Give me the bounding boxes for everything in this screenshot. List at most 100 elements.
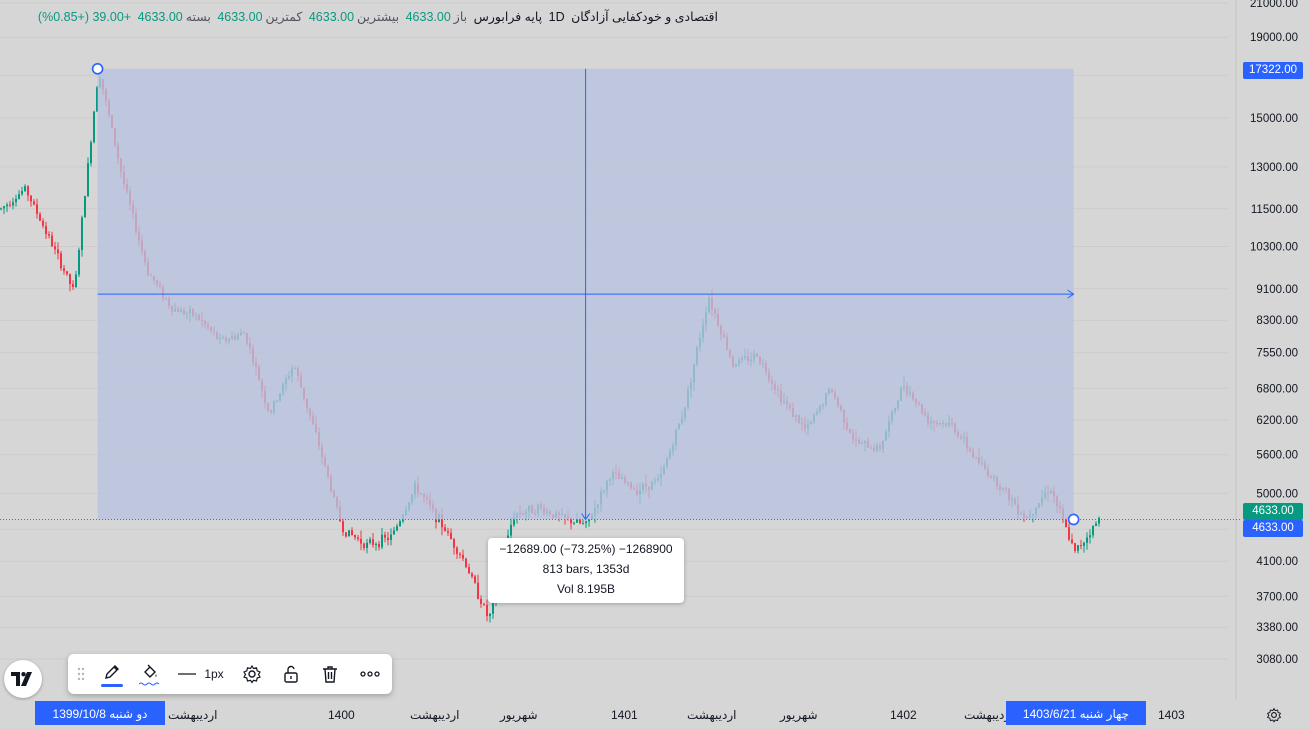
fill-color-button[interactable] [130,654,170,694]
price-tick-label: 13000.00 [1250,162,1298,174]
price-axis: 21000.0019000.0017000.0015000.0013000.00… [1250,0,1298,666]
candle-body [363,543,365,549]
candle-body [366,542,368,549]
candle-body [1098,518,1100,524]
candle-body [351,530,353,536]
candle-body [30,195,32,202]
price-tick-label: 3700.00 [1256,591,1298,603]
low-value: 4633.00 [217,10,263,24]
low-label: کمترین [265,10,303,24]
gear-icon[interactable] [1266,707,1282,723]
candle-body [459,553,461,555]
fill-bucket-icon [144,664,157,678]
market-name: پایه فرابورس [473,10,543,24]
symbol-name[interactable]: اقتصادی و خودکفایی آزادگان [571,10,718,24]
candle-body [375,543,377,546]
candle-body [1080,545,1082,547]
price-tick-label: 5000.00 [1256,488,1298,500]
candle-body [12,202,14,206]
candle-body [0,208,2,210]
candle-body [399,521,401,527]
candle-body [78,250,80,275]
delete-button[interactable] [310,654,350,694]
candle-body [582,523,584,525]
measure-end-price-label: 4633.00 [1243,520,1303,537]
price-tick-label: 9100.00 [1256,284,1298,296]
high-value: 4633.00 [308,10,355,24]
candle-body [1065,519,1067,528]
drag-handle-icon[interactable] [68,654,94,694]
price-tick-label: 6200.00 [1256,415,1298,427]
trash-icon [323,666,337,683]
candle-body [51,235,53,247]
open-label: باز [453,10,468,24]
price-tick-label: 19000.00 [1250,32,1298,44]
lock-button[interactable] [272,654,310,694]
measure-start-price-label: 17322.00 [1243,62,1303,79]
candle-body [66,271,68,275]
candle-body [354,535,356,538]
measure-start-handle [91,63,104,75]
candle-body [396,526,398,531]
candle-body [63,268,65,272]
more-button[interactable] [350,654,390,694]
measure-start-date: دو شنبه 1399/10/8 [35,701,165,725]
last-price-label: 4633.00 [1243,503,1303,520]
candle-body [48,234,50,236]
price-tick-label: 6800.00 [1256,383,1298,395]
change-value: +39.00 (+0.85%) [37,10,132,24]
candle-body [36,204,38,214]
interval[interactable]: 1D [549,10,565,24]
settings-button[interactable] [232,654,272,694]
candle-body [345,532,347,537]
candle-body [1092,525,1094,536]
price-tick-label: 15000.00 [1250,113,1298,125]
candle-body [72,284,74,288]
candle-body [1071,539,1073,544]
measure-end-date: چهار شنبه 1403/6/21 [1006,701,1146,725]
unlock-icon [284,665,298,683]
candle-body [468,567,470,574]
line-color-button[interactable] [94,654,130,694]
measure-change: −12689.00 (−73.25%) −1268900 [499,542,673,556]
candle-body [69,274,71,285]
symbol-legend: اقتصادی و خودکفایی آزادگان 1D پایه فرابو… [8,9,718,24]
candle-body [381,534,383,548]
candle-body [387,537,389,541]
candle-body [27,186,29,196]
measure-tool [0,63,1240,526]
candle-body [1083,542,1085,546]
close-value: 4633.00 [137,10,183,24]
candle-body [57,249,59,254]
price-tick-label: 10300.00 [1250,241,1298,253]
price-chart[interactable]: 21000.0019000.0017000.0015000.0013000.00… [0,0,1309,725]
candle-body [462,554,464,559]
candle-body [45,225,47,235]
price-tick-label: 8300.00 [1256,315,1298,327]
candle-body [486,604,488,617]
candle-body [360,538,362,544]
candle-body [456,547,458,554]
measure-bars: 813 bars, 1353d [542,562,630,576]
tradingview-logo-icon[interactable] [4,660,42,698]
price-tick-label: 11500.00 [1251,204,1298,216]
candle-body [477,582,479,599]
line-width-button[interactable]: 1px [170,654,232,694]
time-axis[interactable]: دو شنبه 1399/10/8 اردیبهشت 1400 اردیبهشت… [0,701,1309,725]
candle-body [93,111,95,143]
candle-body [465,558,467,568]
candle-body [1077,545,1079,551]
candle-body [510,524,512,536]
candle-body [18,194,20,199]
price-tick-label: 7550.00 [1256,348,1298,360]
candle-body [54,246,56,250]
candle-body [15,198,17,203]
candle-body [21,191,23,195]
candle-body [6,204,8,207]
candle-body [447,531,449,533]
candle-body [585,521,587,524]
candle-body [573,522,575,524]
candle-body [1074,543,1076,551]
candle-body [75,274,77,288]
more-icon [360,671,380,677]
